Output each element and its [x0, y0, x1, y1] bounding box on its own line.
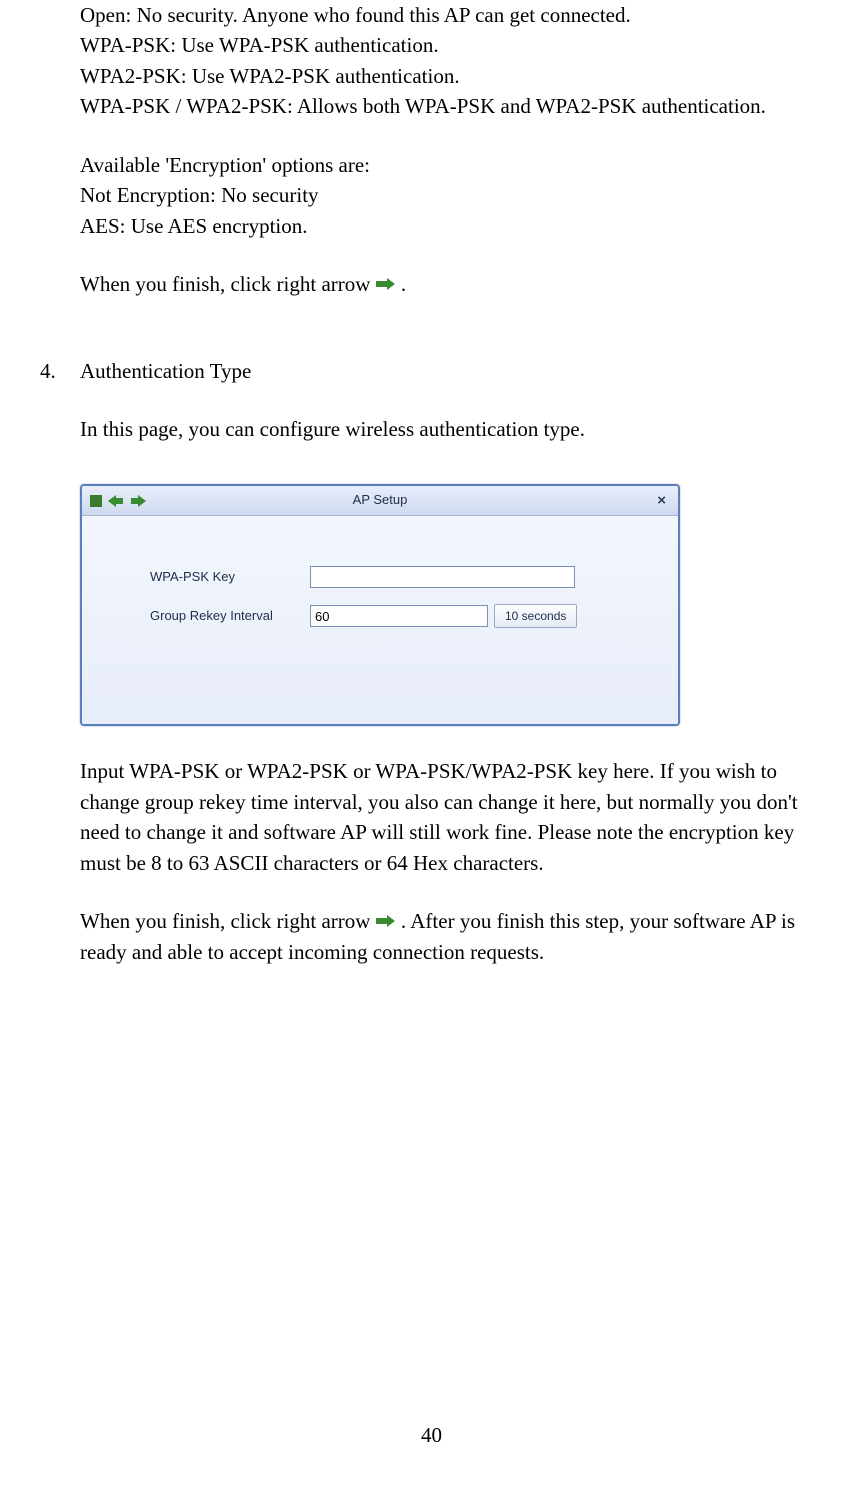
ap-setup-dialog: AP Setup × WPA-PSK Key Group Rekey Inter… — [80, 484, 680, 726]
dialog-title: AP Setup — [353, 491, 408, 510]
text-span: . — [401, 272, 406, 296]
text-line: WPA-PSK / WPA2-PSK: Allows both WPA-PSK … — [80, 91, 823, 121]
text-line: In this page, you can configure wireless… — [80, 414, 823, 444]
dialog-body: WPA-PSK Key Group Rekey Interval 10 seco… — [82, 516, 678, 724]
forward-arrow-icon[interactable] — [130, 494, 146, 508]
dialog-titlebar: AP Setup × — [82, 486, 678, 516]
wpa-psk-label: WPA-PSK Key — [150, 568, 310, 587]
text-line: AES: Use AES encryption. — [80, 211, 823, 241]
back-arrow-icon[interactable] — [108, 494, 124, 508]
interval-unit-button[interactable]: 10 seconds — [494, 604, 577, 628]
stop-icon[interactable] — [90, 495, 102, 507]
text-span: When you finish, click right arrow — [80, 272, 376, 296]
group-rekey-label: Group Rekey Interval — [150, 607, 310, 626]
text-line: Available 'Encryption' options are: — [80, 150, 823, 180]
right-arrow-icon — [376, 276, 396, 292]
text-line: WPA2-PSK: Use WPA2-PSK authentication. — [80, 61, 823, 91]
text-line: Open: No security. Anyone who found this… — [80, 0, 823, 30]
section-title: Authentication Type — [80, 356, 823, 386]
right-arrow-icon — [376, 913, 396, 929]
group-rekey-input[interactable] — [310, 605, 488, 627]
text-paragraph: Input WPA-PSK or WPA2-PSK or WPA-PSK/WPA… — [80, 756, 823, 878]
text-line: Not Encryption: No security — [80, 180, 823, 210]
titlebar-nav — [90, 494, 146, 508]
close-button[interactable]: × — [653, 488, 670, 514]
page-content: Open: No security. Anyone who found this… — [40, 0, 823, 967]
text-span: When you finish, click right arrow — [80, 909, 376, 933]
intro-block: Open: No security. Anyone who found this… — [80, 0, 823, 300]
text-line: WPA-PSK: Use WPA-PSK authentication. — [80, 30, 823, 60]
form-row-wpa: WPA-PSK Key — [150, 566, 638, 588]
text-arrow-line: When you finish, click right arrow . Aft… — [80, 906, 823, 967]
form-row-interval: Group Rekey Interval 10 seconds — [150, 604, 638, 628]
page-number: 40 — [421, 1420, 442, 1450]
list-number: 4. — [40, 356, 80, 968]
list-item-4: 4. Authentication Type In this page, you… — [40, 356, 823, 968]
wpa-psk-input[interactable] — [310, 566, 575, 588]
text-arrow-line: When you finish, click right arrow . — [80, 269, 823, 299]
